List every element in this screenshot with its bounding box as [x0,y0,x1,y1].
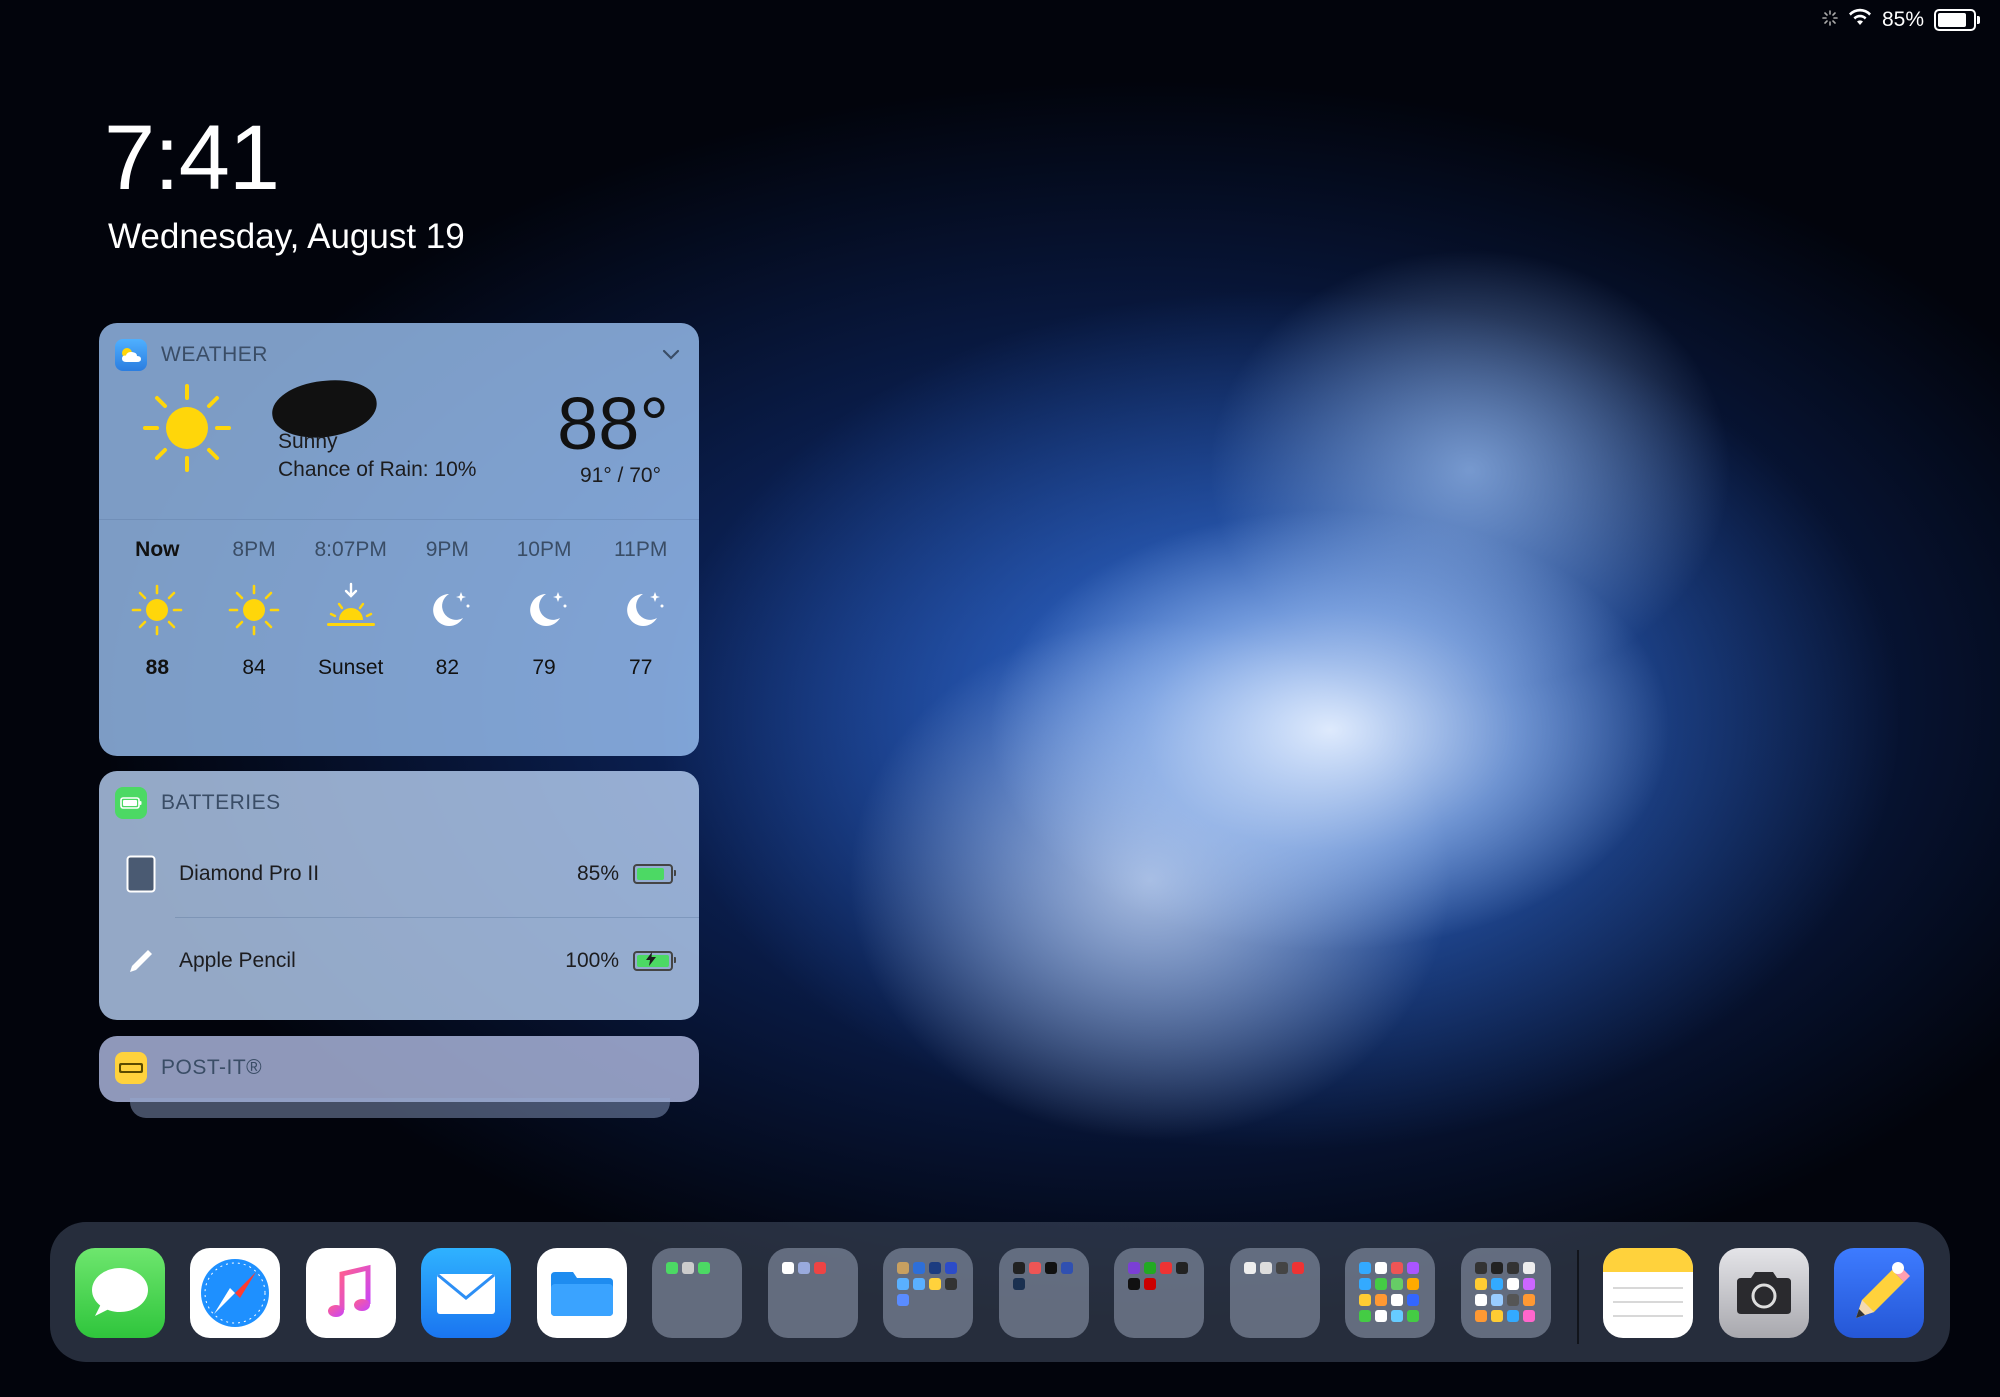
hourly-forecast: Now 88 8PM 84 8:07PM Sunset 9PM 82 10PM … [99,538,699,680]
device-battery-percent: 85% [576,862,619,885]
device-battery-gauge [633,951,676,971]
sun-icon [109,578,206,642]
device-name: Apple Pencil [179,949,296,972]
app-folder[interactable] [1345,1248,1435,1338]
hourly-item: 9PM 82 [399,538,496,680]
hourly-item: 8PM 84 [206,538,303,680]
rain-chance: Chance of Rain: 10% [278,458,477,481]
hourly-temperature: 77 [629,656,653,679]
loading-spinner-icon [1822,8,1838,32]
postit-widget-title: POST-IT® [161,1056,263,1079]
battery-icon [1934,9,1980,31]
moon-icon [399,578,496,642]
current-temperature: 88° [557,382,669,465]
pencil-icon [125,946,157,976]
chevron-down-icon[interactable] [659,343,683,367]
batteries-app-icon [115,787,147,819]
battery-device-row: Diamond Pro II 85% [99,831,699,917]
sun-icon [139,380,235,481]
app-folder[interactable] [1461,1248,1551,1338]
hourly-time: 9PM [425,538,469,561]
weather-condition: Sunny [278,430,338,453]
app-folder[interactable] [1230,1248,1320,1338]
hourly-item: 8:07PM Sunset [302,538,399,680]
hourly-item: 11PM 77 [592,538,689,680]
hourly-time: 8PM [232,538,276,561]
batteries-widget-header[interactable]: BATTERIES [99,771,699,835]
batteries-widget-title: BATTERIES [161,791,281,814]
messages-icon[interactable] [75,1248,165,1338]
hourly-temperature: 82 [435,656,460,679]
status-bar: 85% [1822,8,1980,32]
hourly-time: 10PM [516,538,572,561]
lock-time: 7:41 [104,107,280,209]
lock-date: Wednesday, August 19 [108,217,465,256]
postit-app-icon [115,1052,147,1084]
camera-icon[interactable] [1719,1248,1809,1338]
app-folder[interactable] [768,1248,858,1338]
weather-app-icon [115,339,147,371]
charging-bolt-icon [646,952,656,966]
device-battery-gauge [633,864,676,884]
notability-icon[interactable] [1834,1248,1924,1338]
battery-percent: 85% [1881,8,1924,31]
wifi-icon [1848,8,1872,32]
hourly-time: Now [135,538,180,561]
weather-divider [99,519,699,520]
hourly-temperature: 79 [532,656,556,679]
app-folder[interactable] [1114,1248,1204,1338]
weather-current: Sunny Chance of Rain: 10% 88° 91° / 70° [99,375,699,519]
sun-icon [206,578,303,642]
battery-device-row: Apple Pencil 100% [99,918,699,1004]
weather-widget[interactable]: WEATHER Sunny Chance of Rain: 10% 88° 91… [99,323,699,756]
dock [50,1222,1950,1362]
hourly-time: 8:07PM [314,538,387,561]
app-folder[interactable] [999,1248,1089,1338]
batteries-widget[interactable]: BATTERIES Diamond Pro II 85% Apple Penci… [99,771,699,1020]
postit-widget-header[interactable]: POST-IT® [99,1036,699,1100]
hourly-temperature: 88 [145,656,170,679]
hourly-item: 10PM 79 [496,538,593,680]
moon-icon [496,578,593,642]
hourly-time: 11PM [614,538,668,561]
safari-icon[interactable] [190,1248,280,1338]
sunset-icon [302,578,399,642]
dock-divider [1577,1250,1579,1344]
hourly-temperature: Sunset [317,656,384,679]
music-icon[interactable] [306,1248,396,1338]
weather-widget-title: WEATHER [161,343,268,366]
device-battery-percent: 100% [565,949,619,972]
files-icon[interactable] [537,1248,627,1338]
app-folder[interactable] [652,1248,742,1338]
moon-icon [592,578,689,642]
hourly-temperature: 84 [242,656,266,679]
device-name: Diamond Pro II [179,862,320,885]
postit-widget[interactable]: POST-IT® [99,1036,699,1102]
weather-widget-header[interactable]: WEATHER [99,323,699,387]
mail-icon[interactable] [421,1248,511,1338]
notes-icon[interactable] [1603,1248,1693,1338]
ipad-icon [125,855,157,893]
hourly-item: Now 88 [109,538,206,680]
app-folder[interactable] [883,1248,973,1338]
postit-stack-peek [130,1098,670,1118]
high-low-temperature: 91° / 70° [579,464,661,487]
